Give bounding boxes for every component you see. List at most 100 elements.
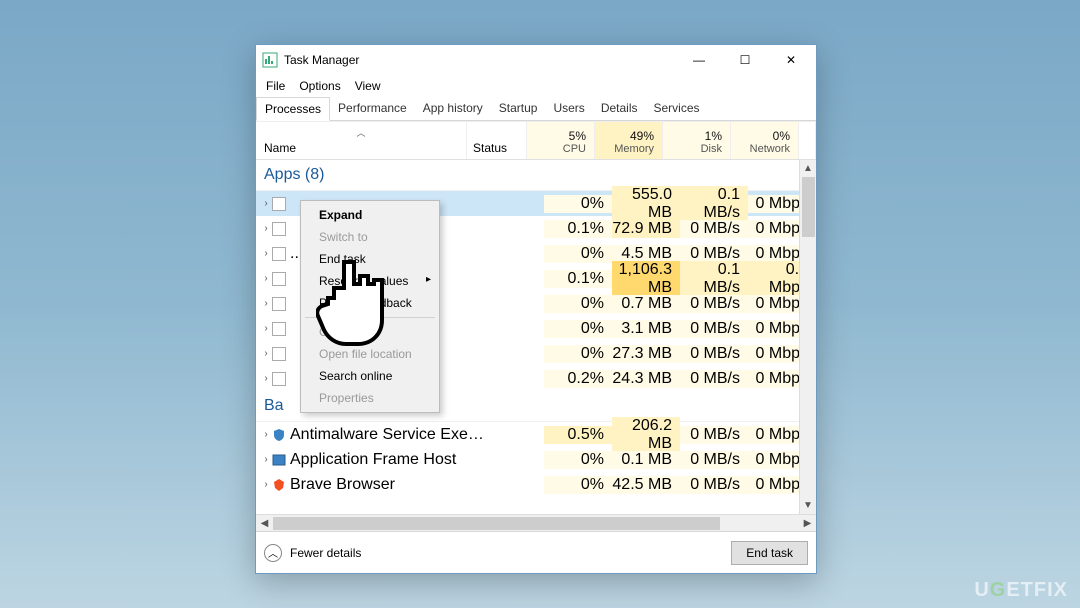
menu-bar: File Options View — [256, 75, 816, 97]
expand-chevron-icon[interactable]: › — [256, 373, 270, 384]
vertical-scrollbar[interactable]: ▲ ▼ — [799, 160, 816, 514]
fewer-details-label[interactable]: Fewer details — [290, 546, 361, 560]
metric-cell: 0 MB/s — [680, 220, 748, 238]
tab-performance[interactable]: Performance — [330, 97, 415, 120]
app-icon — [270, 322, 288, 336]
metric-cell: 0.1% — [544, 270, 612, 288]
metric-cell: 24.3 MB — [612, 370, 680, 388]
metric-cell: 0 MB/s — [680, 426, 748, 444]
metric-cell: 0 MB/s — [680, 345, 748, 363]
expand-chevron-icon[interactable]: › — [256, 198, 270, 209]
menu-item-switch-to: Switch to — [303, 226, 437, 248]
app-icon — [270, 297, 288, 311]
app-icon — [270, 272, 288, 286]
fewer-details-icon[interactable]: ︿ — [264, 544, 282, 562]
col-status-label: Status — [473, 141, 520, 155]
menu-view[interactable]: View — [349, 77, 387, 95]
metric-cell: 0.7 MB — [612, 295, 680, 313]
metric-cell: 72.9 MB — [612, 220, 680, 238]
minimize-button[interactable]: — — [676, 46, 722, 74]
expand-chevron-icon[interactable]: › — [256, 348, 270, 359]
process-row[interactable]: › Brave Browser 0%42.5 MB0 MB/s0 Mbps — [256, 472, 816, 497]
metric-cell: 0 MB/s — [680, 370, 748, 388]
scroll-down-icon[interactable]: ▼ — [800, 497, 816, 514]
metric-cell: 42.5 MB — [612, 476, 680, 494]
metric-cell: 0 MB/s — [680, 451, 748, 469]
menu-options[interactable]: Options — [293, 77, 346, 95]
app-icon — [270, 197, 288, 211]
tab-users[interactable]: Users — [545, 97, 592, 120]
scroll-up-icon[interactable]: ▲ — [800, 160, 816, 177]
watermark: UGETFIX — [974, 579, 1068, 602]
tab-startup[interactable]: Startup — [491, 97, 546, 120]
footer: ︿ Fewer details End task — [256, 531, 816, 573]
col-status[interactable]: Status — [467, 122, 527, 159]
col-name[interactable]: ︿ Name — [256, 122, 467, 159]
expand-chevron-icon[interactable]: › — [256, 479, 270, 490]
hscroll-thumb[interactable] — [273, 517, 720, 530]
expand-chevron-icon[interactable]: › — [256, 323, 270, 334]
scroll-track[interactable] — [800, 177, 816, 497]
app-icon — [270, 222, 288, 236]
maximize-button[interactable]: ☐ — [722, 46, 768, 74]
metric-cell: 0 MB/s — [680, 476, 748, 494]
metric-cell: 0% — [544, 476, 612, 494]
menu-item-properties: Properties — [303, 387, 437, 409]
expand-chevron-icon[interactable]: › — [256, 223, 270, 234]
metric-cell: 3.1 MB — [612, 320, 680, 338]
process-row[interactable]: › Application Frame Host 0%0.1 MB0 MB/s0… — [256, 447, 816, 472]
process-name: Application Frame Host — [288, 451, 484, 469]
process-name: Antimalware Service Executable — [288, 426, 484, 444]
metric-cell: 0 MB/s — [680, 320, 748, 338]
tab-details[interactable]: Details — [593, 97, 646, 120]
end-task-button[interactable]: End task — [731, 541, 808, 565]
app-icon — [270, 372, 288, 386]
tab-strip: Processes Performance App history Startu… — [256, 97, 816, 121]
metric-cell: 0.5% — [544, 426, 612, 444]
app-icon — [270, 428, 288, 442]
app-icon — [270, 347, 288, 361]
tab-services[interactable]: Services — [646, 97, 708, 120]
col-disk[interactable]: 1%Disk — [663, 122, 731, 159]
menu-file[interactable]: File — [260, 77, 291, 95]
scroll-right-icon[interactable]: ▶ — [799, 515, 816, 532]
metric-cell: 0.2% — [544, 370, 612, 388]
hand-cursor-icon — [316, 258, 386, 356]
titlebar[interactable]: Task Manager — ☐ ✕ — [256, 45, 816, 75]
sort-indicator: ︿ — [264, 126, 458, 139]
metric-cell: 0% — [544, 295, 612, 313]
col-memory[interactable]: 49%Memory — [595, 122, 663, 159]
metric-cell: 0% — [544, 345, 612, 363]
task-manager-icon — [262, 52, 278, 68]
metric-cell: 0.1% — [544, 220, 612, 238]
column-headers: ︿ Name Status 5%CPU 49%Memory 1%Disk 0%N… — [256, 122, 816, 160]
expand-chevron-icon[interactable]: › — [256, 298, 270, 309]
horizontal-scrollbar[interactable]: ◀ ▶ — [256, 514, 816, 531]
app-icon — [270, 478, 288, 492]
col-name-label: Name — [264, 141, 458, 155]
expand-chevron-icon[interactable]: › — [256, 273, 270, 284]
process-name: Brave Browser — [288, 476, 484, 494]
hscroll-track[interactable] — [273, 515, 799, 532]
tab-processes[interactable]: Processes — [256, 97, 330, 121]
menu-item-search-online[interactable]: Search online — [303, 365, 437, 387]
expand-chevron-icon[interactable]: › — [256, 248, 270, 259]
metric-cell: 0% — [544, 451, 612, 469]
scroll-left-icon[interactable]: ◀ — [256, 515, 273, 532]
metric-cell: 0% — [544, 245, 612, 263]
metric-cell: 0 MB/s — [680, 295, 748, 313]
col-cpu[interactable]: 5%CPU — [527, 122, 595, 159]
app-icon — [270, 247, 288, 261]
process-row[interactable]: › Antimalware Service Executable 0.5%206… — [256, 422, 816, 447]
expand-chevron-icon[interactable]: › — [256, 454, 270, 465]
app-icon — [270, 453, 288, 467]
scroll-thumb[interactable] — [802, 177, 815, 237]
expand-chevron-icon[interactable]: › — [256, 429, 270, 440]
tab-app-history[interactable]: App history — [415, 97, 491, 120]
metric-cell: 0% — [544, 195, 612, 213]
metric-cell: 0.1 MB — [612, 451, 680, 469]
close-button[interactable]: ✕ — [768, 46, 814, 74]
col-network[interactable]: 0%Network — [731, 122, 799, 159]
menu-item-expand[interactable]: Expand — [303, 204, 437, 226]
window-title: Task Manager — [284, 53, 676, 67]
